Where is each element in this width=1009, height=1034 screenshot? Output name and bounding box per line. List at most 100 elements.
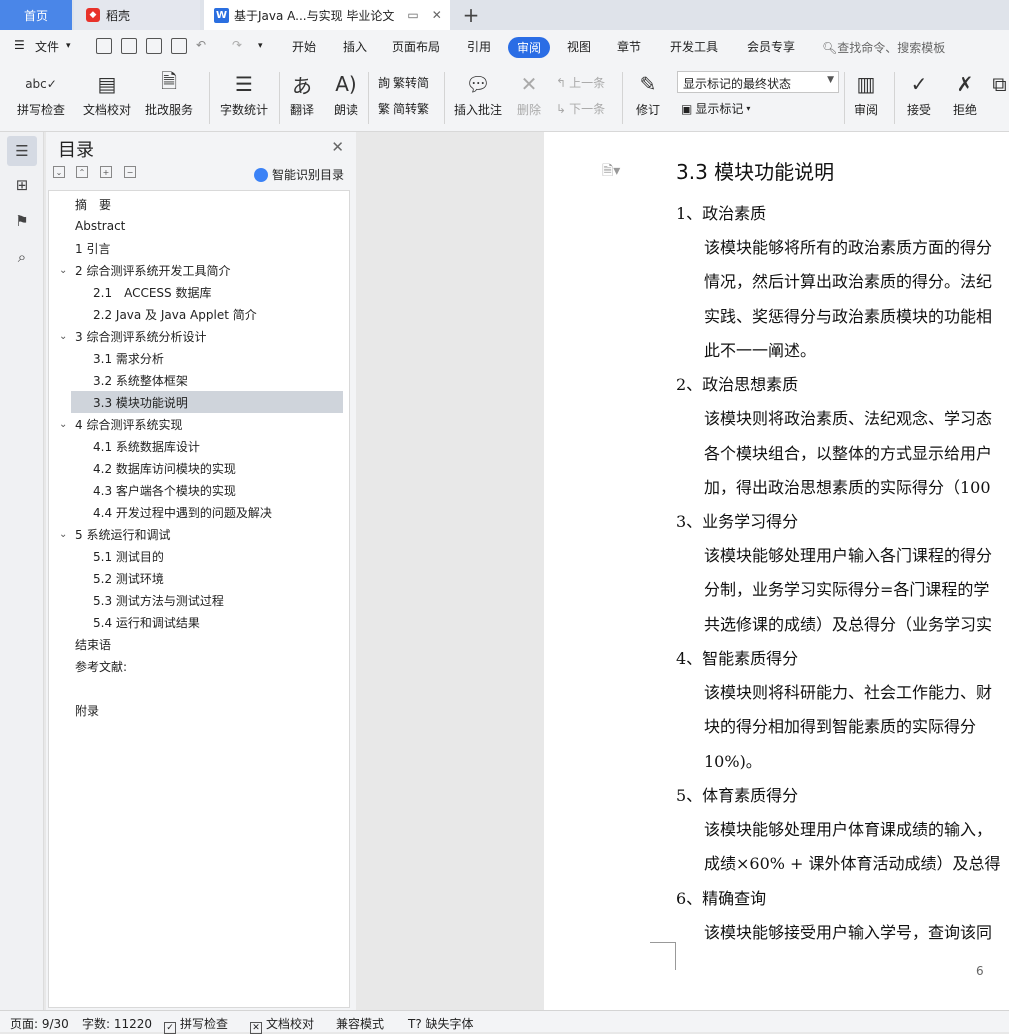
toc-item[interactable]: ⌄ 3 综合测评系统分析设计: [49, 325, 343, 347]
toc-item[interactable]: Abstract: [49, 215, 343, 237]
menu-references[interactable]: 引用: [467, 38, 491, 55]
trad-to-simp-button[interactable]: 詢繁转简: [378, 74, 429, 91]
read-aloud-button[interactable]: A) 朗读: [330, 70, 362, 118]
quick-access-dropdown-icon[interactable]: ▾: [258, 41, 263, 51]
search-icon[interactable]: ⌕: [11, 246, 33, 268]
show-markup-button[interactable]: ▣ 显示标记 ▾: [681, 100, 750, 117]
tab-home[interactable]: 首页: [0, 0, 72, 30]
toc-item[interactable]: 4.4 开发过程中遇到的问题及解决: [71, 501, 343, 523]
tab-close-icon[interactable]: ✕: [432, 8, 442, 22]
toc-item[interactable]: 2.2 Java 及 Java Applet 简介: [71, 303, 343, 325]
toc-item[interactable]: ⌄ 5 系统运行和调试: [49, 523, 343, 545]
tab-document[interactable]: W 基于Java A...与实现 毕业论文 ▭ ✕: [204, 0, 450, 30]
toc-item[interactable]: 5.2 测试环境: [71, 567, 343, 589]
smart-toc-button[interactable]: 智能识别目录: [254, 166, 344, 183]
toc-item[interactable]: 5.4 运行和调试结果: [71, 611, 343, 633]
menu-review[interactable]: 审阅: [508, 37, 551, 58]
accept-button[interactable]: ✓ 接受: [902, 70, 936, 118]
redo-icon[interactable]: ↷: [232, 38, 242, 52]
track-changes-button[interactable]: ✎ 修订: [630, 70, 666, 118]
toc-item[interactable]: 结束语: [49, 633, 343, 655]
word-count-status[interactable]: 字数: 11220: [82, 1015, 152, 1032]
simp-trad-icon: 繁: [378, 102, 391, 116]
translate-button[interactable]: あ 翻译: [286, 70, 318, 118]
toc-item[interactable]: 5.1 测试目的: [71, 545, 343, 567]
toc-item-label: 2.1 ACCESS 数据库: [93, 285, 212, 300]
menu-dev-tools[interactable]: 开发工具: [670, 38, 718, 55]
toc-item[interactable]: 5.3 测试方法与测试过程: [71, 589, 343, 611]
toc-item[interactable]: ⌄ 2 综合测评系统开发工具简介: [49, 259, 343, 281]
menu-page-layout[interactable]: 页面布局: [392, 38, 440, 55]
toc-item[interactable]: 3.3 模块功能说明: [71, 391, 343, 413]
chapter-nav-icon[interactable]: ⊞: [11, 174, 33, 196]
chevron-down-icon[interactable]: ⌄: [59, 529, 67, 540]
spell-check-status[interactable]: ✓ 拼写检查: [164, 1015, 228, 1034]
page-indicator[interactable]: 页面: 9/30: [10, 1015, 69, 1032]
expand-all-icon[interactable]: ⌃: [76, 166, 88, 178]
toc-item[interactable]: 参考文献:: [49, 655, 343, 677]
menu-view[interactable]: 视图: [567, 38, 591, 55]
chevron-down-icon[interactable]: ⌄: [59, 419, 67, 430]
paragraph-line: 此不一一阐述。: [704, 340, 817, 360]
menu-insert[interactable]: 插入: [343, 38, 367, 55]
ribbon-divider: [279, 72, 280, 124]
delete-comment-icon: ✕: [520, 72, 538, 96]
undo-icon[interactable]: ↶: [196, 38, 206, 52]
nav-icon-strip: ☰ ⊞ ⚑ ⌕: [0, 132, 44, 1010]
tab-float-icon[interactable]: ▭: [407, 8, 418, 22]
toc-item[interactable]: 附录: [49, 699, 343, 721]
prev-comment-button[interactable]: ↰ 上一条: [556, 74, 605, 91]
delete-comment-button[interactable]: ✕ 删除: [512, 70, 546, 118]
hamburger-icon[interactable]: ☰: [14, 38, 25, 52]
toc-item[interactable]: 4.1 系统数据库设计: [71, 435, 343, 457]
tab-daoke[interactable]: ◆ 稻壳: [74, 0, 200, 30]
menu-chapter[interactable]: 章节: [617, 38, 641, 55]
toc-item[interactable]: ⌄ 4 综合测评系统实现: [49, 413, 343, 435]
proofread-status[interactable]: ✕ 文档校对: [250, 1015, 314, 1034]
toc-item[interactable]: 3.1 需求分析: [71, 347, 343, 369]
toc-item[interactable]: 4.3 客户端各个模块的实现: [71, 479, 343, 501]
page-menu-icon[interactable]: 🗎▾: [602, 160, 620, 184]
simp-to-trad-button[interactable]: 繁简转繁: [378, 100, 429, 117]
list-heading: 2、政治思想素质: [676, 375, 799, 395]
toc-item[interactable]: 1 引言: [49, 237, 343, 259]
compare-button[interactable]: ⧉: [990, 70, 1009, 98]
spell-check-button[interactable]: abc✓ 拼写检查: [10, 70, 72, 118]
save-icon[interactable]: [96, 38, 112, 54]
review-pane-button[interactable]: ▥ 审阅: [848, 70, 884, 118]
remove-heading-icon[interactable]: −: [124, 166, 136, 178]
word-count-button[interactable]: ☰ 字数统计: [218, 70, 270, 118]
collapse-all-icon[interactable]: ⌄: [53, 166, 65, 178]
toc-panel-icon[interactable]: ☰: [7, 136, 37, 166]
accept-label: 接受: [906, 103, 931, 117]
toc-item[interactable]: 摘 要: [49, 193, 343, 215]
menu-file[interactable]: 文件: [35, 38, 59, 55]
add-heading-icon[interactable]: +: [100, 166, 112, 178]
print-icon[interactable]: [146, 38, 162, 54]
export-pdf-icon[interactable]: [121, 38, 137, 54]
toc-item-label: 附录: [75, 703, 100, 718]
proofread-button[interactable]: ▤ 文档校对: [78, 70, 136, 118]
close-icon[interactable]: ✕: [331, 138, 344, 156]
command-search[interactable]: 🔍︎查找命令、搜索模板: [822, 39, 945, 56]
bookmark-icon[interactable]: ⚑: [11, 210, 33, 232]
menu-member[interactable]: 会员专享: [747, 38, 795, 55]
toc-item[interactable]: 2.1 ACCESS 数据库: [71, 281, 343, 303]
chevron-down-icon[interactable]: ⌄: [59, 265, 67, 276]
document-page[interactable]: 🗎▾ 3.3 模块功能说明 6 1、政治素质 该模块能够将所有的政治素质方面的得分…: [544, 132, 1009, 1010]
reject-button[interactable]: ✗ 拒绝: [948, 70, 982, 118]
markup-state-select[interactable]: 显示标记的最终状态 ▼: [677, 71, 839, 93]
next-comment-button[interactable]: ↳ 下一条: [556, 100, 605, 117]
toc-item[interactable]: 4.2 数据库访问模块的实现: [71, 457, 343, 479]
review-service-button[interactable]: 🗎 批改服务: [138, 69, 200, 118]
file-dropdown-icon[interactable]: ▾: [66, 41, 71, 51]
new-tab-button[interactable]: +: [456, 0, 486, 30]
insert-comment-button[interactable]: 💬︎ 插入批注: [452, 70, 504, 118]
menu-start[interactable]: 开始: [292, 38, 316, 55]
missing-font-status[interactable]: T? 缺失字体: [408, 1015, 474, 1032]
proofread-icon: ✕: [250, 1022, 262, 1034]
toc-item[interactable]: 3.2 系统整体框架: [71, 369, 343, 391]
chevron-down-icon[interactable]: ⌄: [59, 331, 67, 342]
compare-icon: ⧉: [992, 72, 1007, 96]
print-preview-icon[interactable]: [171, 38, 187, 54]
